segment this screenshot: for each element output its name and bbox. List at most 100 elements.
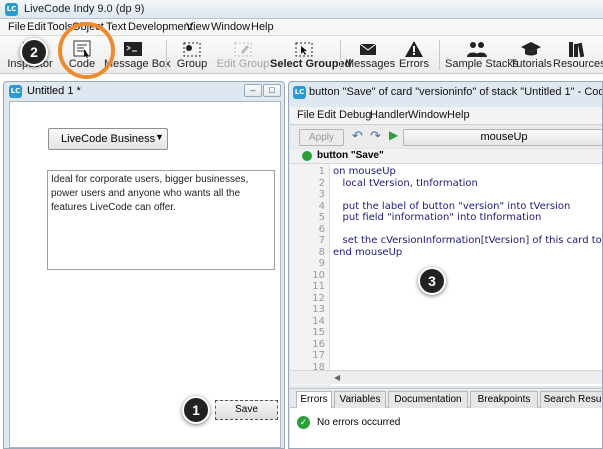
- tutorials-label: Tutorials: [510, 58, 552, 70]
- stack-titlebar[interactable]: LC Untitled 1 * – □: [4, 82, 284, 100]
- line-number: 13: [312, 304, 325, 315]
- callout-3: 3: [418, 267, 446, 295]
- ce-menu-edit[interactable]: Edit: [317, 109, 336, 121]
- group-icon: [183, 42, 201, 57]
- ce-menu-help[interactable]: Help: [447, 109, 470, 121]
- menu-tools[interactable]: Tools: [47, 21, 73, 33]
- line-number: 3: [318, 189, 325, 200]
- toolbar-divider: [439, 40, 440, 70]
- maximize-icon[interactable]: □: [263, 84, 281, 97]
- tab-errors[interactable]: Errors: [296, 391, 332, 408]
- line-number: 9: [318, 258, 325, 269]
- resources-button[interactable]: Resources: [553, 36, 603, 74]
- menu-window[interactable]: Window: [211, 21, 250, 33]
- errors-button[interactable]: Errors: [394, 36, 434, 74]
- message-box-button[interactable]: Message Box: [104, 36, 171, 74]
- line-number: 1: [318, 166, 325, 177]
- compiled-status-icon: [302, 151, 312, 161]
- tutorials-button[interactable]: Tutorials: [510, 36, 552, 74]
- code-editor-title: button "Save" of card "versioninfo" of s…: [309, 86, 602, 98]
- menu-development[interactable]: Development: [128, 21, 193, 33]
- handler-field[interactable]: mouseUp: [403, 129, 602, 146]
- books-icon: [569, 42, 585, 58]
- code-icon: [73, 40, 91, 58]
- minimize-icon[interactable]: –: [244, 84, 262, 97]
- ce-menu-window[interactable]: Window: [408, 109, 447, 121]
- sample-stacks-label: Sample Stacks: [445, 58, 519, 70]
- code-button[interactable]: Code: [62, 36, 102, 74]
- line-number: 12: [312, 292, 325, 304]
- apply-button[interactable]: Apply: [299, 129, 344, 146]
- undo-icon[interactable]: ↶: [352, 128, 363, 144]
- popup-value: LiveCode Business: [61, 133, 156, 145]
- tab-variables[interactable]: Variables: [334, 391, 386, 408]
- edit-group-button[interactable]: Edit Group: [216, 36, 270, 74]
- menu-help[interactable]: Help: [251, 21, 274, 33]
- select-grouped-button[interactable]: Select Grouped: [270, 36, 351, 74]
- select-grouped-icon: [295, 42, 313, 57]
- run-icon[interactable]: ▶: [389, 128, 398, 142]
- line-number: 5: [318, 212, 325, 223]
- sample-stacks-button[interactable]: Sample Stacks: [445, 36, 519, 74]
- tab-breakpoints[interactable]: Breakpoints: [470, 391, 538, 408]
- resources-label: Resources: [553, 58, 603, 70]
- code-line: local tVersion, tInformation: [333, 177, 478, 189]
- save-button[interactable]: Save: [215, 400, 278, 420]
- tab-documentation[interactable]: Documentation: [388, 391, 468, 408]
- errors-pane: ✓ No errors occurred: [290, 408, 602, 448]
- code-editor-menubar: File Edit Debug Handler Window Help: [290, 107, 602, 125]
- callout-1: 1: [182, 396, 210, 424]
- ce-menu-file[interactable]: File: [297, 109, 315, 121]
- edit-group-icon: [234, 42, 252, 57]
- livecode-logo-icon: LC: [5, 3, 18, 16]
- ce-menu-debug[interactable]: Debug: [339, 109, 371, 121]
- edition-popup-button[interactable]: LiveCode Business ▼: [48, 128, 168, 150]
- people-icon: [467, 42, 487, 57]
- menu-view[interactable]: View: [186, 21, 210, 33]
- main-toolbar: Inspector Code Message Box Group Edit Gr…: [0, 36, 603, 74]
- terminal-icon: [124, 42, 142, 56]
- edit-group-label: Edit Group: [216, 58, 270, 70]
- menu-object[interactable]: Object: [72, 21, 104, 33]
- menu-file[interactable]: File: [8, 21, 26, 33]
- menu-text[interactable]: Text: [106, 21, 126, 33]
- line-number: 10: [312, 269, 325, 281]
- stack-card: [9, 101, 281, 448]
- line-number: 7: [318, 235, 325, 246]
- line-number: 2: [318, 177, 325, 189]
- messages-button[interactable]: Messages: [345, 36, 396, 74]
- line-number: 8: [318, 246, 325, 258]
- line-number: 16: [312, 338, 325, 350]
- code-label: Code: [68, 58, 96, 70]
- group-label: Group: [176, 58, 208, 70]
- message-box-label: Message Box: [104, 58, 171, 70]
- code-editor-toolbar: Apply ↶ ↷ ▶ mouseUp: [290, 126, 602, 148]
- line-number: 15: [312, 327, 325, 338]
- group-button[interactable]: Group: [172, 36, 212, 74]
- messages-label: Messages: [345, 58, 396, 70]
- scroll-left-icon[interactable]: ◀: [334, 373, 340, 382]
- app-titlebar: LC LiveCode Indy 9.0 (dp 9): [0, 0, 603, 19]
- line-number: 6: [318, 223, 325, 235]
- chevron-down-icon: ▼: [155, 132, 164, 142]
- grad-cap-icon: [521, 42, 541, 56]
- code-line: put the label of button "version" into t…: [333, 200, 571, 212]
- livecode-logo-icon: LC: [293, 86, 306, 99]
- callout-2: 2: [20, 38, 48, 66]
- pane-tabs: Errors Variables Documentation Breakpoin…: [290, 388, 602, 408]
- toolbar-divider: [166, 40, 167, 70]
- tab-search-results[interactable]: Search Results: [540, 391, 602, 408]
- ce-menu-handler[interactable]: Handler: [370, 109, 409, 121]
- stack-title: Untitled 1 *: [27, 85, 81, 97]
- script-editor[interactable]: 12345678910111213141516171819 on mouseUp…: [290, 164, 602, 386]
- line-number: 14: [312, 315, 325, 327]
- redo-icon[interactable]: ↷: [370, 128, 381, 144]
- warning-icon: [405, 41, 423, 57]
- code-line: end mouseUp: [333, 246, 403, 258]
- line-number: 17: [312, 350, 325, 361]
- horizontal-scrollbar[interactable]: ◀: [290, 370, 602, 384]
- menu-edit[interactable]: Edit: [27, 21, 46, 33]
- information-field[interactable]: Ideal for corporate users, bigger busine…: [47, 170, 275, 270]
- code-line: set the cVersionInformation[tVersion] of…: [342, 235, 602, 246]
- toolbar-divider: [340, 40, 341, 70]
